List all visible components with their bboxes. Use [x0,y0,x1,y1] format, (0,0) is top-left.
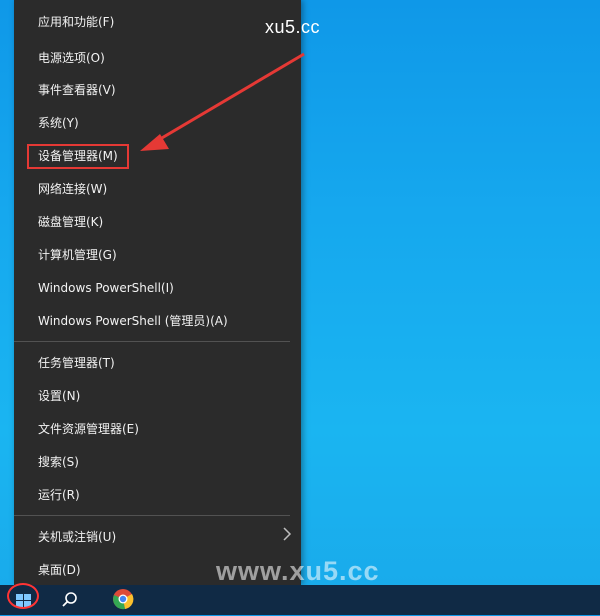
taskbar [0,585,600,615]
menu-item-file-explorer[interactable]: 文件资源管理器(E) [38,418,139,440]
chevron-right-icon [283,527,292,541]
chevron-right-icon [282,525,294,545]
menu-item-settings[interactable]: 设置(N) [38,385,80,407]
menu-separator [14,515,290,516]
desktop: 应用和功能(F) 电源选项(O) 事件查看器(V) 系统(Y) 设备管理器(M)… [0,0,600,615]
menu-item-desktop[interactable]: 桌面(D) [38,559,81,581]
start-button-highlight-circle [7,583,39,609]
menu-item-event-viewer[interactable]: 事件查看器(V) [38,79,116,101]
menu-item-computer-management[interactable]: 计算机管理(G) [38,244,117,266]
winx-context-menu: 应用和功能(F) 电源选项(O) 事件查看器(V) 系统(Y) 设备管理器(M)… [14,0,301,585]
menu-item-search[interactable]: 搜索(S) [38,451,79,473]
watermark-top: xu5.cc [265,17,321,37]
search-icon[interactable] [60,590,80,610]
chrome-icon [113,589,134,610]
menu-item-apps-features[interactable]: 应用和功能(F) [38,11,114,33]
menu-separator [14,341,290,342]
menu-item-run[interactable]: 运行(R) [38,484,80,506]
menu-item-task-manager[interactable]: 任务管理器(T) [38,352,115,374]
device-manager-highlight-box [27,144,129,169]
menu-item-windows-powershell[interactable]: Windows PowerShell(I) [38,277,174,299]
watermark-bottom: www.xu5.cc [216,556,380,586]
menu-item-system[interactable]: 系统(Y) [38,112,79,134]
chrome-icon[interactable] [111,587,135,611]
menu-item-shutdown-signout[interactable]: 关机或注销(U) [38,526,116,548]
menu-item-windows-powershell-admin[interactable]: Windows PowerShell (管理员)(A) [38,310,228,332]
menu-item-network-connections[interactable]: 网络连接(W) [38,178,107,200]
menu-item-power-options[interactable]: 电源选项(O) [38,47,105,69]
menu-item-disk-management[interactable]: 磁盘管理(K) [38,211,103,233]
search-icon [62,592,77,607]
